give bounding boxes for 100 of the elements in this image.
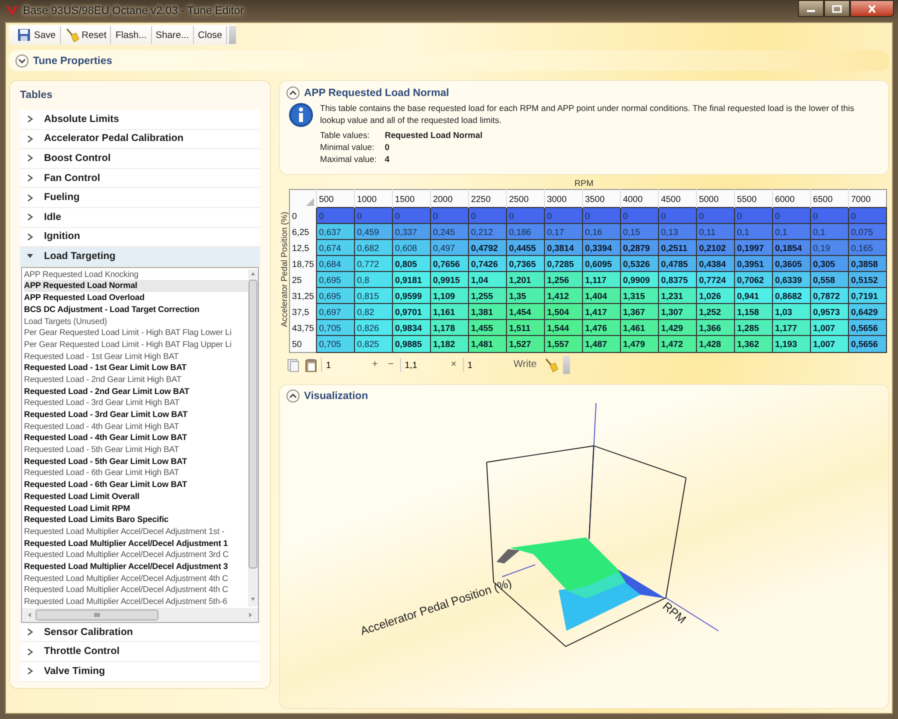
group-header[interactable]: Boost Control (20, 149, 260, 169)
table-cell[interactable]: 0,826 (354, 320, 393, 336)
table-cell[interactable]: 0,9573 (810, 304, 849, 320)
toolbar-button[interactable] (542, 358, 559, 372)
table-cell[interactable]: 1,362 (734, 336, 773, 352)
table-list-item[interactable]: Per Gear Requested Load Limit - High BAT Flag Lower Li (24, 327, 248, 339)
table-cell[interactable]: 1,252 (696, 304, 735, 320)
table-cell[interactable]: 0,9834 (392, 320, 431, 336)
table-cell[interactable]: 1,109 (430, 288, 469, 304)
table-cell[interactable]: 0,9909 (620, 272, 659, 288)
table-cell[interactable]: 1,454 (506, 304, 545, 320)
table-cell[interactable]: 1,429 (658, 320, 697, 336)
group-header[interactable]: Load Targeting (20, 247, 260, 267)
table-cell[interactable]: 0,941 (734, 288, 773, 304)
table-cell[interactable]: 0,2102 (696, 240, 735, 256)
table-cell[interactable]: 1,255 (468, 288, 507, 304)
table-cell[interactable]: 0,4792 (468, 240, 507, 256)
table-cell[interactable]: 0,805 (392, 256, 431, 272)
table-cell[interactable]: 0,3394 (582, 240, 621, 256)
table-cell[interactable]: 0,82 (354, 304, 393, 320)
table-cell[interactable]: 0,7365 (506, 256, 545, 272)
table-list-item[interactable]: Load Targets (Unused) (24, 316, 248, 328)
table-cell[interactable]: 1,35 (506, 288, 545, 304)
toolbar-button[interactable]: + (368, 359, 382, 370)
group-header[interactable]: Absolute Limits (20, 110, 260, 130)
table-cell[interactable]: 1,366 (696, 320, 735, 336)
table-cell[interactable]: 0,5656 (848, 336, 887, 352)
table-cell[interactable]: 0,6429 (848, 304, 887, 320)
table-cell[interactable]: 0,682 (354, 240, 393, 256)
table-cell[interactable]: 1,158 (734, 304, 773, 320)
table-cell[interactable]: 1,511 (506, 320, 545, 336)
table-cell[interactable]: 0,9915 (430, 272, 469, 288)
table-list-item[interactable]: Requested Load - 2nd Gear Limit Low BAT (24, 386, 248, 398)
table-cell[interactable]: 1,307 (658, 304, 697, 320)
table-cell[interactable]: 1,367 (620, 304, 659, 320)
table-cell[interactable]: 0,1854 (772, 240, 811, 256)
toolbar-button[interactable]: Save (13, 26, 61, 44)
table-cell[interactable]: 0,2511 (658, 240, 697, 256)
value-field[interactable]: 1,1 (400, 358, 445, 372)
toolbar-grip[interactable] (229, 26, 236, 44)
table-cell[interactable]: 0,075 (848, 224, 887, 240)
table-list-item[interactable]: APP Requested Load Overload (24, 292, 248, 304)
table-cell[interactable]: 1,557 (544, 336, 583, 352)
table-list-item[interactable]: Requested Load - 1st Gear Limit Low BAT (24, 362, 248, 374)
table-cell[interactable]: 1,04 (468, 272, 507, 288)
table-cell[interactable]: 0,459 (354, 224, 393, 240)
table-cell[interactable]: 0,772 (354, 256, 393, 272)
table-list-item[interactable]: Requested Load Multiplier Accel/Decel Adjustment 3 (24, 560, 248, 573)
toolbar-button[interactable]: Reset (60, 26, 112, 44)
table-cell[interactable]: 1,026 (696, 288, 735, 304)
table-cell[interactable]: 0,212 (468, 224, 507, 240)
table-cell[interactable]: 0,637 (316, 224, 355, 240)
table-list-item[interactable]: Requested Load - 5th Gear Limit Low BAT (24, 456, 248, 468)
table-cell[interactable]: 0,705 (316, 336, 355, 352)
table-cell[interactable]: 1,412 (544, 288, 583, 304)
table-cell[interactable]: 0,5152 (848, 272, 887, 288)
group-header[interactable]: Idle (20, 208, 260, 228)
table-cell[interactable]: 1,527 (506, 336, 545, 352)
table-cell[interactable]: 0,5326 (620, 256, 659, 272)
table-cell[interactable]: 0,4384 (696, 256, 735, 272)
toolbar-button[interactable]: Flash... (111, 26, 152, 44)
table-cell[interactable]: 1,03 (772, 304, 811, 320)
table-list-item[interactable]: Requested Load Multiplier Accel/Decel Adjustment 5th-6 (24, 596, 248, 608)
table-cell[interactable]: 0,1 (810, 224, 849, 240)
toolbar-grip[interactable] (562, 356, 570, 374)
toolbar-button[interactable]: × (446, 359, 461, 370)
table-cell[interactable]: 0,7062 (734, 272, 773, 288)
table-list-item[interactable]: Requested Load Limits Baro Specific (24, 514, 248, 526)
table-cell[interactable]: 1,178 (430, 320, 469, 336)
table-cell[interactable]: 0,19 (810, 240, 849, 256)
table-cell[interactable]: 1,201 (506, 272, 545, 288)
collapse-button[interactable] (286, 86, 300, 100)
table-cell[interactable]: 1,231 (658, 288, 697, 304)
table-cell[interactable]: 0,4785 (658, 256, 697, 272)
table-list-item[interactable]: Per Gear Requested Load Limit - High BAT Flag Upper Li (24, 338, 248, 351)
table-cell[interactable]: 1,256 (544, 272, 583, 288)
table-cell[interactable]: 0,11 (696, 224, 735, 240)
table-cell[interactable]: 0,705 (316, 320, 355, 336)
table-list-item[interactable]: Requested Load Limit Overall (24, 490, 248, 502)
group-header[interactable]: Throttle Control (20, 642, 260, 662)
table-cell[interactable]: 0,7724 (696, 272, 735, 288)
table-cell[interactable]: 0,3951 (734, 256, 773, 272)
table-cell[interactable]: 0,9599 (392, 288, 431, 304)
table-cell[interactable]: 0,305 (810, 256, 849, 272)
minimize-button[interactable] (798, 0, 824, 17)
table-cell[interactable]: 0,815 (354, 288, 393, 304)
table-cell[interactable]: 0,7426 (468, 256, 507, 272)
table-list-item[interactable]: Requested Load - 6th Gear Limit High BAT (24, 467, 248, 480)
toolbar-button[interactable]: Write (510, 359, 541, 370)
table-list-item[interactable]: Requested Load Multiplier Accel/Decel Adjustment 1 (24, 538, 248, 550)
value-field[interactable]: 1 (321, 358, 366, 372)
table-cell[interactable]: 0,16 (582, 224, 621, 240)
table-cell[interactable]: 0,497 (430, 240, 469, 256)
table-cell[interactable]: 0,15 (620, 224, 659, 240)
table-cell[interactable]: 1,182 (430, 336, 469, 352)
table-cell[interactable]: 1,007 (810, 336, 849, 352)
table-cell[interactable]: 0,1997 (734, 240, 773, 256)
expand-button[interactable] (15, 54, 29, 68)
table-cell[interactable]: 0,695 (316, 288, 355, 304)
table-cell[interactable]: 0,3605 (772, 256, 811, 272)
